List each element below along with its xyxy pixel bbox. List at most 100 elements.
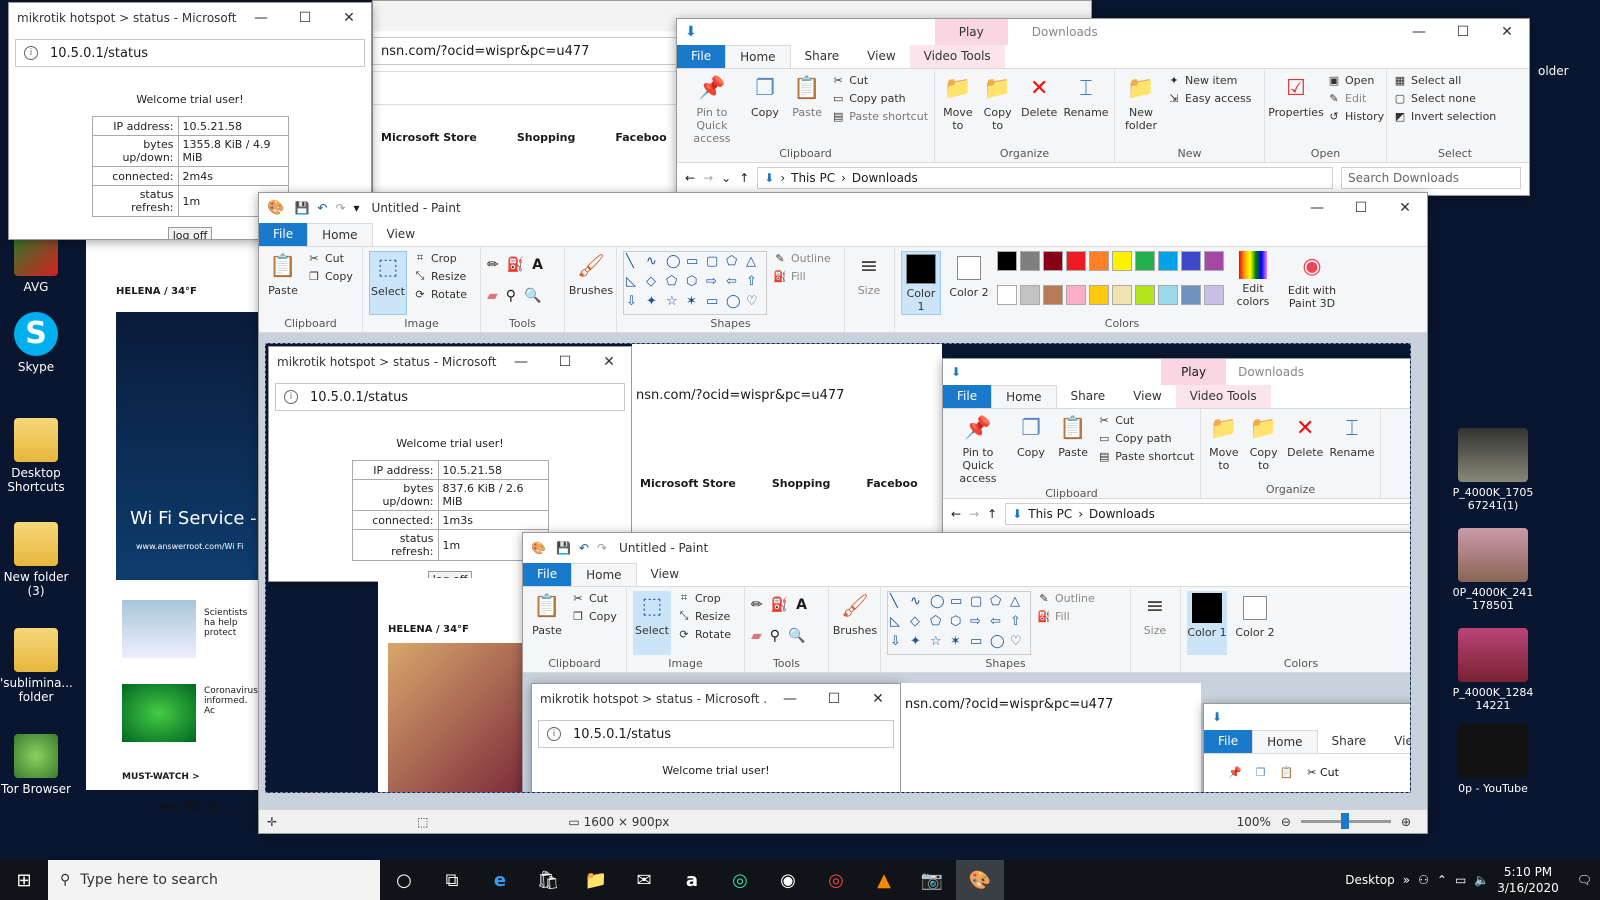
- crop-button[interactable]: ⌗ Crop: [413, 251, 467, 265]
- palette-swatch[interactable]: [1112, 284, 1132, 305]
- tab-file[interactable]: File: [259, 223, 308, 246]
- vlc-icon[interactable]: ▲: [860, 860, 908, 900]
- back-icon[interactable]: ←: [685, 171, 695, 185]
- task-view-icon[interactable]: ⧉: [428, 860, 476, 900]
- speaker-icon[interactable]: 🔈: [1474, 873, 1489, 887]
- fill-icon[interactable]: ⛽: [507, 257, 524, 284]
- chevron-down-icon[interactable]: ▾: [354, 201, 360, 215]
- cut-button[interactable]: ✂ Cut: [831, 73, 928, 87]
- palette-swatch[interactable]: [1020, 251, 1040, 271]
- store-icon[interactable]: 🛍: [524, 860, 572, 900]
- color1-button[interactable]: Color 1: [901, 251, 941, 315]
- url-bar[interactable]: i 10.5.0.1/status: [15, 39, 365, 67]
- palette-swatch[interactable]: [1089, 284, 1109, 305]
- news-item-1[interactable]: Scientists ha help protect: [204, 608, 260, 638]
- eraser-icon[interactable]: ▰: [487, 288, 498, 315]
- redo-icon[interactable]: ↷: [335, 201, 345, 215]
- select-all-button[interactable]: ▦ Select all: [1393, 73, 1496, 87]
- color2-button[interactable]: Color 2: [949, 251, 989, 315]
- desktop-toolbar[interactable]: Desktop: [1345, 873, 1395, 887]
- fill-button[interactable]: ⛽ Fill: [773, 269, 831, 283]
- network-icon[interactable]: ⚇: [1418, 873, 1429, 887]
- palette-swatch[interactable]: [1066, 251, 1086, 271]
- copy-to-button[interactable]: 📁 Copy to: [981, 73, 1015, 145]
- cut-button[interactable]: ✂ Cut: [307, 251, 353, 265]
- maximize-icon[interactable]: ☐: [1441, 19, 1485, 47]
- tab-home[interactable]: Home: [725, 45, 791, 68]
- tab-home[interactable]: Home: [307, 223, 373, 246]
- zoom-slider[interactable]: [1300, 813, 1391, 829]
- ad-banner[interactable]: Wi Fi Service - www.answerroot.com/Wi Fi: [116, 312, 262, 580]
- brushes-button[interactable]: 🖌 Brushes: [569, 251, 613, 330]
- minimize-icon[interactable]: —: [1295, 193, 1339, 223]
- forward-icon[interactable]: →: [703, 171, 713, 185]
- tab-video-tools[interactable]: Video Tools: [909, 45, 1005, 68]
- amazon-icon[interactable]: a: [668, 860, 716, 900]
- tripadvisor-icon[interactable]: ◎: [716, 860, 764, 900]
- rename-button[interactable]: ⌶ Rename: [1063, 73, 1108, 145]
- desktop-video-4[interactable]: 0p - YouTube: [1452, 724, 1534, 795]
- desktop-icon-tor[interactable]: Tor Browser: [0, 734, 72, 796]
- close-icon[interactable]: ✕: [327, 3, 371, 33]
- palette-swatch[interactable]: [1112, 251, 1132, 271]
- palette-swatch[interactable]: [997, 284, 1017, 305]
- start-button[interactable]: ⊞: [0, 860, 48, 900]
- desktop-video-1[interactable]: P_4000K_1705 67241(1): [1452, 428, 1534, 512]
- camera-app-icon[interactable]: ◎: [812, 860, 860, 900]
- new-folder-button[interactable]: 📁 New folder: [1121, 73, 1161, 145]
- palette-swatch[interactable]: [1135, 284, 1155, 305]
- search-input[interactable]: Search Downloads: [1341, 167, 1521, 189]
- palette-swatch[interactable]: [997, 251, 1017, 271]
- palette-swatch[interactable]: [1204, 284, 1224, 305]
- paint3d-button[interactable]: ◉ Edit with Paint 3D: [1282, 251, 1342, 315]
- minimize-icon[interactable]: —: [239, 3, 283, 33]
- cortana-icon[interactable]: ○: [380, 860, 428, 900]
- color-palette[interactable]: [997, 251, 1224, 315]
- shapes-gallery[interactable]: ╲ ∿ ◯ ▭ ▢ ⬠ △ ◺ ◇ ⬠ ⬡ ⇨ ⇦ ⇧ ⇩ ✦ ☆ ✶ ▭ ◯ ♡: [623, 251, 767, 315]
- zoom-out-icon[interactable]: ⊖: [1281, 815, 1291, 829]
- palette-swatch[interactable]: [1158, 284, 1178, 305]
- desktop-icon-shortcuts[interactable]: Desktop Shortcuts: [0, 418, 72, 494]
- new-item-button[interactable]: ✦ New item: [1167, 73, 1252, 87]
- tab-view[interactable]: View: [373, 223, 429, 246]
- palette-swatch[interactable]: [1089, 251, 1109, 271]
- edge-icon[interactable]: e: [476, 860, 524, 900]
- chevron-up-icon[interactable]: »: [1403, 873, 1410, 887]
- close-icon[interactable]: ✕: [1485, 19, 1529, 47]
- desktop-icon-avg[interactable]: AVG: [0, 232, 72, 294]
- mail-icon[interactable]: ✉: [620, 860, 668, 900]
- select-none-button[interactable]: ▢ Select none: [1393, 91, 1496, 105]
- close-icon[interactable]: ✕: [1383, 193, 1427, 223]
- properties-button[interactable]: ☑ Properties: [1268, 73, 1324, 145]
- palette-swatch[interactable]: [1158, 251, 1178, 271]
- palette-swatch[interactable]: [1181, 284, 1201, 305]
- pin-button[interactable]: 📌 Pin to Quick access: [683, 73, 741, 146]
- explorer-window[interactable]: ⬇ Play Downloads — ☐ ✕ File Home Share V…: [676, 18, 1530, 196]
- save-icon[interactable]: 💾: [294, 201, 309, 215]
- minimize-icon[interactable]: —: [1397, 19, 1441, 47]
- rotate-button[interactable]: ⟳ Rotate: [413, 287, 467, 301]
- media-icon[interactable]: ◉: [764, 860, 812, 900]
- link-shopping[interactable]: Shopping: [517, 131, 576, 144]
- edit-button[interactable]: ✎ Edit: [1327, 91, 1384, 105]
- tab-play[interactable]: Play: [934, 19, 1008, 45]
- tab-view[interactable]: View: [853, 45, 909, 68]
- maximize-icon[interactable]: ☐: [283, 3, 327, 33]
- address-bar[interactable]: ⬇ › This PC › Downloads: [757, 167, 1333, 189]
- copy-button[interactable]: ❐ Copy: [747, 73, 783, 145]
- news-item-2[interactable]: Coronavirus: informed. Ac: [204, 686, 261, 716]
- undo-icon[interactable]: ↶: [317, 201, 327, 215]
- link-facebook[interactable]: Faceboo: [615, 131, 666, 144]
- paint-taskbar-icon[interactable]: 🎨: [956, 860, 1004, 900]
- text-icon[interactable]: A: [532, 257, 543, 284]
- palette-swatch[interactable]: [1135, 251, 1155, 271]
- info-icon[interactable]: i: [24, 46, 38, 60]
- palette-swatch[interactable]: [1181, 251, 1201, 271]
- palette-swatch[interactable]: [1066, 284, 1086, 305]
- outline-button[interactable]: ✎ Outline: [773, 251, 830, 265]
- desktop-icon-skype[interactable]: S Skype: [0, 312, 72, 374]
- tab-share[interactable]: Share: [791, 45, 854, 68]
- desktop-icon-subliminal[interactable]: 'sublimina... folder: [0, 628, 73, 704]
- resize-button[interactable]: ⤡ Resize: [413, 269, 467, 283]
- taskbar-search[interactable]: ⚲ Type here to search: [48, 860, 380, 900]
